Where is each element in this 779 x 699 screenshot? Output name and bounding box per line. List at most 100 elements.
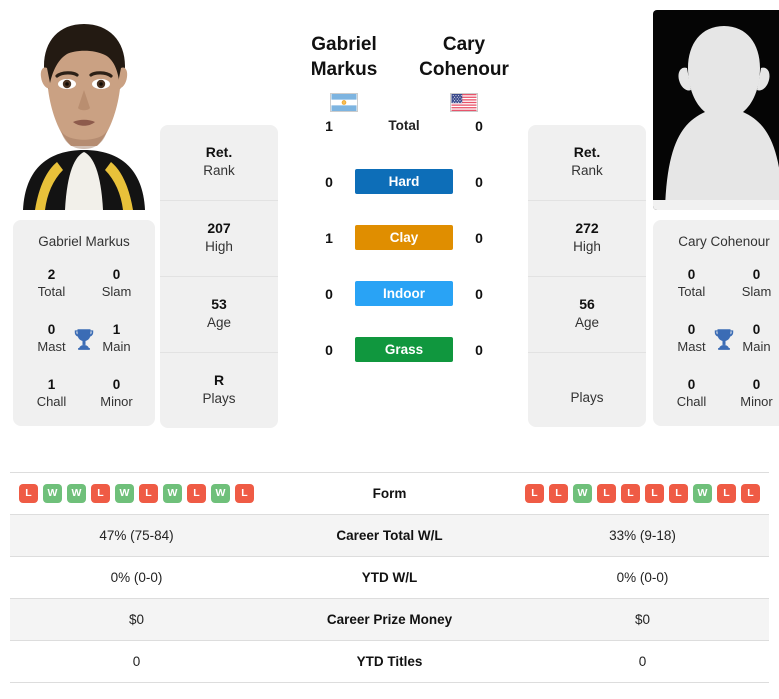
right-plays-value (532, 371, 642, 388)
left-plays-label: Plays (202, 391, 236, 407)
right-ytd-w-l-value: 0% (0-0) (616, 570, 669, 585)
right-player-rank-stack: Ret. Rank 272 High 56 Age Plays (528, 125, 646, 427)
surface-badge-clay[interactable]: Clay (355, 225, 453, 251)
form-badge-win[interactable]: W (211, 484, 230, 503)
right-player-photo-column: Cary Cohenour 0 Total 0 Slam 0 Mast 0 Ma… (648, 10, 779, 427)
left-player-photo (13, 10, 155, 210)
left-titles-minor-value: 0 (112, 377, 121, 393)
form-badge-loss[interactable]: L (645, 484, 664, 503)
h2h-row-hard: 0 Hard 0 (318, 168, 490, 196)
left-titles-slam: 0 Slam (84, 267, 149, 300)
form-badge-win[interactable]: W (573, 484, 592, 503)
left-trophy-card-player-name: Gabriel Markus (38, 234, 130, 249)
form-badge-loss[interactable]: L (91, 484, 110, 503)
h2h-row-indoor: 0 Indoor 0 (318, 280, 490, 308)
left-titles-total-label: Total (37, 283, 66, 299)
right-titles-grid: 0 Total 0 Slam 0 Mast 0 Main 0 Chall 0 M… (659, 267, 779, 410)
h2h-right-score-grass: 0 (475, 341, 483, 358)
left-titles-minor-label: Minor (100, 394, 133, 410)
form-badge-loss[interactable]: L (621, 484, 640, 503)
left-high-label: High (205, 239, 233, 255)
surface-badge-grass[interactable]: Grass (355, 337, 453, 363)
stats-row-career-total-w-l: 47% (75-84) Career Total W/L 33% (9-18) (10, 515, 769, 557)
left-titles-slam-value: 0 (112, 267, 121, 282)
left-career-prize-money-value: $0 (128, 612, 145, 627)
right-high-value: 272 (575, 219, 599, 236)
right-titles-chall: 0 Chall (659, 377, 724, 410)
left-plays-cell: R Plays (160, 353, 278, 428)
h2h-left-score-total: 1 (325, 117, 333, 134)
head-to-head-surface-list: 1 Total 0 0 Hard 0 1 Clay 0 0 Indoor 0 0 Grass 0 (318, 112, 490, 364)
h2h-left-score-hard: 0 (325, 173, 333, 190)
right-player-photo (653, 10, 779, 210)
trophy-icon (71, 326, 97, 352)
h2h-right-score-hard: 0 (475, 173, 483, 190)
left-career-total-w-l-value: 47% (75-84) (99, 528, 174, 543)
h2h-right-score-clay: 0 (475, 229, 483, 246)
form-badge-win[interactable]: W (163, 484, 182, 503)
h2h-comparison-page: Gabriel Markus 2 Total 0 Slam 0 Mast 1 M… (0, 0, 779, 699)
left-titles-slam-label: Slam (101, 283, 132, 299)
form-badge-loss[interactable]: L (717, 484, 736, 503)
right-age-cell: 56 Age (528, 277, 646, 353)
right-player-first-name[interactable]: Cary (404, 32, 524, 57)
form-badge-loss[interactable]: L (139, 484, 158, 503)
left-high-cell: 207 High (160, 201, 278, 277)
form-badge-loss[interactable]: L (549, 484, 568, 503)
left-age-label: Age (206, 315, 232, 331)
trophy-icon (711, 326, 737, 352)
h2h-left-score-indoor: 0 (325, 285, 333, 302)
h2h-left-score-grass: 0 (325, 341, 333, 358)
form-badge-win[interactable]: W (67, 484, 86, 503)
form-badge-loss[interactable]: L (597, 484, 616, 503)
form-badge-loss[interactable]: L (235, 484, 254, 503)
left-titles-chall-value: 1 (47, 377, 56, 393)
left-player-identity: Gabriel Markus (284, 32, 404, 112)
stats-row-label-ytd-titles: YTD Titles (356, 654, 423, 669)
right-plays-cell: Plays (528, 353, 646, 427)
form-badge-loss[interactable]: L (741, 484, 760, 503)
left-player-rank-stack: Ret. Rank 207 High 53 Age R Plays (160, 125, 278, 428)
left-rank-value: Ret. (205, 144, 233, 160)
right-titles-total-label: Total (677, 283, 706, 299)
right-titles-chall-label: Chall (676, 394, 707, 410)
right-titles-chall-value: 0 (687, 377, 696, 393)
right-trophy-card-player-name: Cary Cohenour (678, 234, 770, 249)
form-badge-win[interactable]: W (43, 484, 62, 503)
left-ytd-w-l-value: 0% (0-0) (110, 570, 163, 585)
form-badge-win[interactable]: W (115, 484, 134, 503)
right-titles-minor: 0 Minor (724, 377, 779, 410)
form-badge-loss[interactable]: L (187, 484, 206, 503)
h2h-row-total: 1 Total 0 (318, 112, 490, 140)
surface-badge-hard[interactable]: Hard (355, 169, 453, 195)
left-player-first-name[interactable]: Gabriel (284, 32, 404, 57)
form-badge-loss[interactable]: L (19, 484, 38, 503)
left-player-rank-stack-column: Ret. Rank 207 High 53 Age R Plays (160, 10, 280, 428)
left-titles-total-value: 2 (47, 267, 56, 282)
left-age-cell: 53 Age (160, 277, 278, 353)
comparison-stats-table: L W W L W L W L W L Form L L W L L L L W L L 47% (75-84) Caree… (10, 472, 769, 683)
h2h-left-score-clay: 1 (325, 229, 333, 246)
stats-row-form: L W W L W L W L W L Form L L W L L L L W L L (10, 473, 769, 515)
right-player-last-name[interactable]: Cohenour (404, 57, 524, 82)
stats-row-ytd-titles: 0 YTD Titles 0 (10, 641, 769, 683)
form-badge-loss[interactable]: L (525, 484, 544, 503)
right-titles-minor-label: Minor (740, 394, 773, 410)
h2h-row-clay: 1 Clay 0 (318, 224, 490, 252)
right-rank-value: Ret. (573, 144, 601, 160)
surface-badge-indoor[interactable]: Indoor (355, 281, 453, 307)
right-titles-slam-label: Slam (741, 283, 772, 299)
form-badge-loss[interactable]: L (669, 484, 688, 503)
form-badge-win[interactable]: W (693, 484, 712, 503)
right-player-identity: Cary Cohenour (404, 32, 524, 112)
right-age-value: 56 (579, 295, 595, 312)
argentina-flag-icon (330, 92, 358, 112)
right-titles-total-value: 0 (687, 267, 696, 282)
left-player-last-name[interactable]: Markus (284, 57, 404, 82)
right-rank-label: Rank (571, 163, 603, 179)
h2h-right-score-indoor: 0 (475, 285, 483, 302)
stats-row-label-ytd-w-l: YTD W/L (361, 570, 418, 585)
left-rank-label: Rank (203, 163, 235, 179)
stats-row-career-prize-money: $0 Career Prize Money $0 (10, 599, 769, 641)
right-career-prize-money-value: $0 (634, 612, 651, 627)
